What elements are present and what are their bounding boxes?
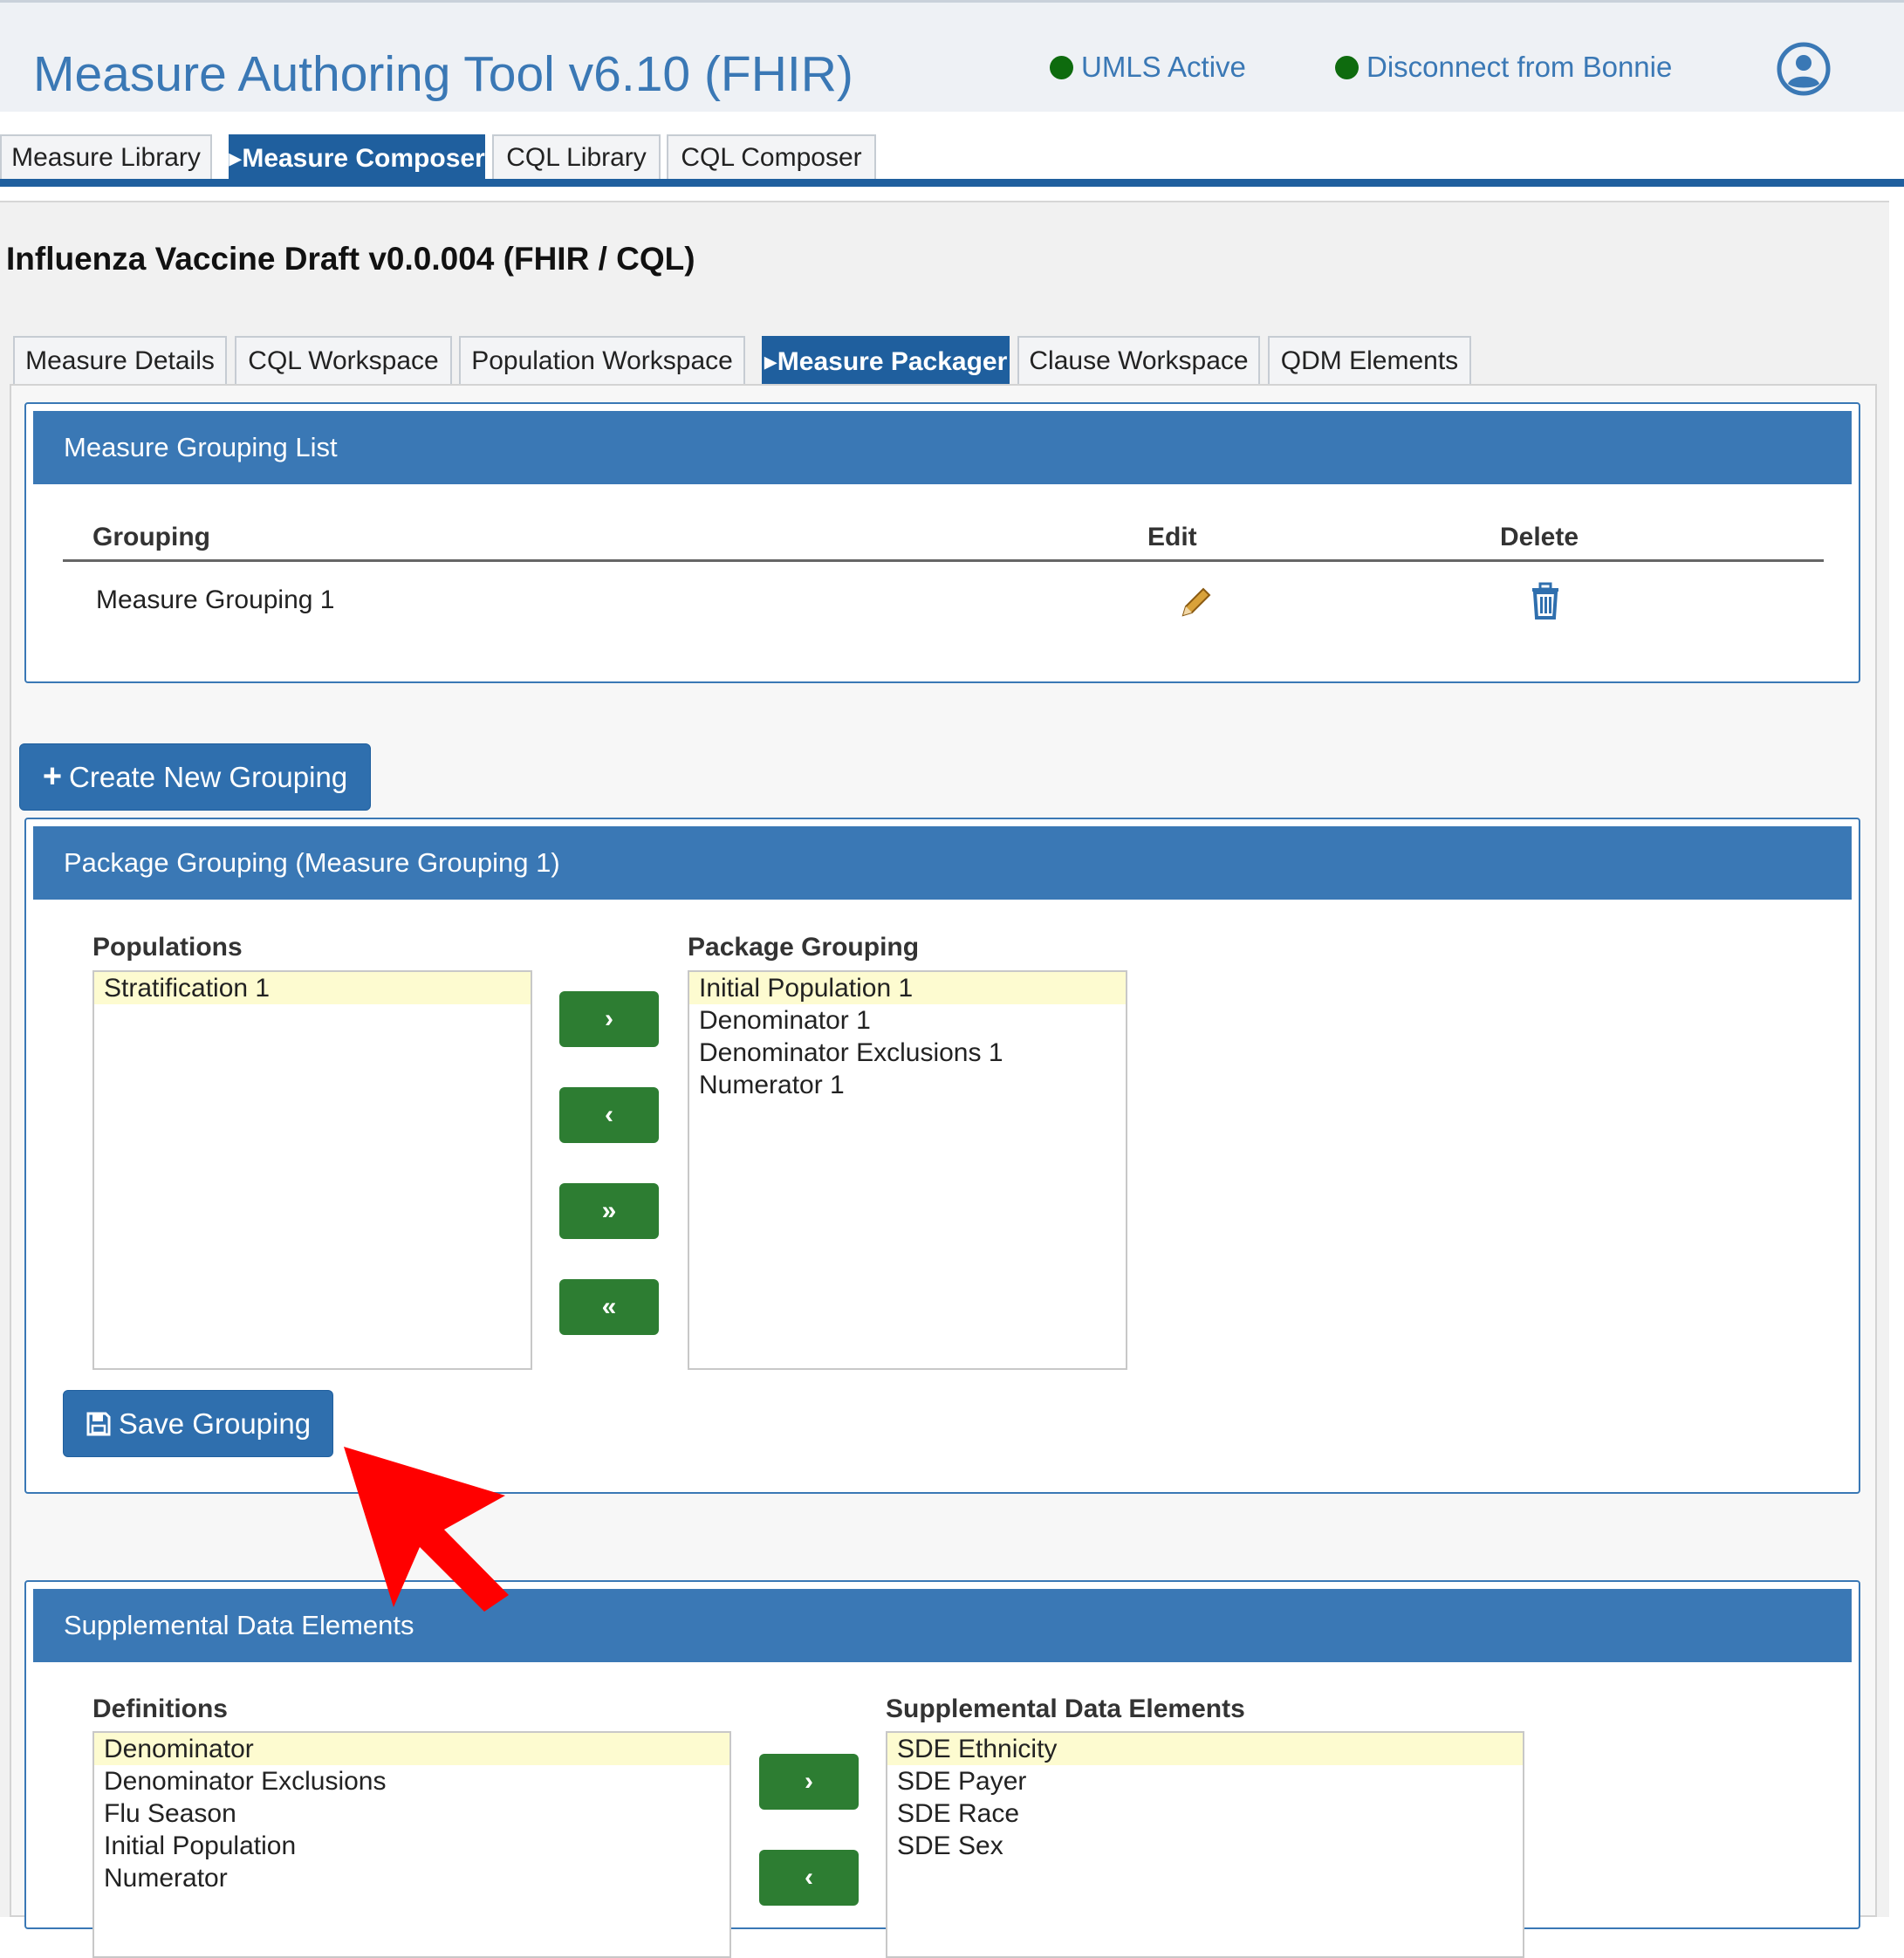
populations-list[interactable]: Stratification 1 — [92, 970, 532, 1370]
sde-list[interactable]: SDE Ethnicity SDE Payer SDE Race SDE Sex — [886, 1731, 1524, 1958]
list-item[interactable]: Numerator — [94, 1862, 729, 1894]
measure-title: Influenza Vaccine Draft v0.0.004 (FHIR /… — [6, 241, 695, 277]
list-item[interactable]: Denominator — [94, 1733, 729, 1765]
tab-measure-library[interactable]: Measure Library — [0, 134, 212, 180]
list-item[interactable]: Stratification 1 — [94, 972, 531, 1004]
definitions-label: Definitions — [92, 1694, 228, 1723]
floppy-disk-icon — [86, 1412, 111, 1435]
save-grouping-button[interactable]: Save Grouping — [63, 1390, 333, 1457]
status-dot-icon — [1335, 55, 1359, 79]
bonnie-status-label: Disconnect from Bonnie — [1366, 51, 1673, 83]
package-grouping-panel: Package Grouping (Measure Grouping 1) Po… — [24, 818, 1860, 1494]
list-item[interactable]: SDE Payer — [887, 1765, 1523, 1797]
panel-heading: Measure Grouping List — [33, 411, 1852, 484]
list-item[interactable]: Denominator Exclusions — [94, 1765, 729, 1797]
list-item[interactable]: Denominator Exclusions 1 — [689, 1037, 1126, 1069]
package-grouping-label: Package Grouping — [688, 933, 920, 962]
sde-label: Supplemental Data Elements — [886, 1694, 1245, 1723]
list-item[interactable]: SDE Ethnicity — [887, 1733, 1523, 1765]
create-new-grouping-label: Create New Grouping — [69, 760, 348, 793]
populations-label: Populations — [92, 933, 243, 962]
pencil-icon[interactable] — [1178, 584, 1215, 620]
remove-all-button[interactable]: « — [559, 1279, 659, 1335]
list-item[interactable]: Initial Population — [94, 1830, 729, 1862]
subtab-measure-details[interactable]: Measure Details — [13, 336, 227, 385]
add-all-button[interactable]: » — [559, 1183, 659, 1239]
measure-grouping-list-panel: Measure Grouping List Grouping Edit Dele… — [24, 402, 1860, 683]
table-row: Measure Grouping 1 — [63, 575, 1824, 627]
app-title: Measure Authoring Tool v6.10 (FHIR) — [33, 46, 853, 102]
remove-selected-button[interactable]: ‹ — [559, 1087, 659, 1143]
list-item[interactable]: Initial Population 1 — [689, 972, 1126, 1004]
status-dot-icon — [1050, 55, 1073, 79]
panel-heading: Supplemental Data Elements — [33, 1589, 1852, 1662]
package-grouping-list[interactable]: Initial Population 1 Denominator 1 Denom… — [688, 970, 1127, 1370]
column-header-delete: Delete — [1500, 523, 1579, 551]
user-circle-icon[interactable] — [1777, 42, 1831, 96]
tab-cql-composer[interactable]: CQL Composer — [667, 134, 876, 180]
add-sde-button[interactable]: › — [759, 1754, 859, 1810]
add-selected-button[interactable]: › — [559, 991, 659, 1047]
subtab-measure-packager[interactable]: ▸Measure Packager — [762, 336, 1010, 385]
supplemental-data-elements-panel: Supplemental Data Elements Definitions S… — [24, 1580, 1860, 1958]
column-header-grouping: Grouping — [92, 523, 210, 551]
plus-icon: + — [42, 758, 63, 795]
panel-heading: Package Grouping (Measure Grouping 1) — [33, 826, 1852, 900]
header-divider — [63, 559, 1824, 562]
column-header-edit: Edit — [1147, 523, 1197, 551]
umls-status-label: UMLS Active — [1081, 51, 1246, 83]
grouping-name: Measure Grouping 1 — [96, 585, 335, 614]
list-item[interactable]: Denominator 1 — [689, 1004, 1126, 1037]
subtab-qdm-elements[interactable]: QDM Elements — [1268, 336, 1471, 385]
definitions-list[interactable]: Denominator Denominator Exclusions Flu S… — [92, 1731, 731, 1958]
bonnie-status-link[interactable]: Disconnect from Bonnie — [1335, 51, 1672, 84]
subtab-population-workspace[interactable]: Population Workspace — [459, 336, 745, 385]
remove-sde-button[interactable]: ‹ — [759, 1850, 859, 1906]
tab-bar-divider — [0, 179, 1904, 187]
list-item[interactable]: SDE Sex — [887, 1830, 1523, 1862]
trash-icon[interactable] — [1529, 582, 1562, 620]
list-item[interactable]: Flu Season — [94, 1797, 729, 1830]
save-grouping-label: Save Grouping — [118, 1407, 312, 1440]
subtab-clause-workspace[interactable]: Clause Workspace — [1017, 336, 1260, 385]
tab-cql-library[interactable]: CQL Library — [492, 134, 661, 180]
subtab-cql-workspace[interactable]: CQL Workspace — [235, 336, 452, 385]
red-arrow-icon — [344, 1447, 509, 1612]
list-item[interactable]: Numerator 1 — [689, 1069, 1126, 1101]
list-item[interactable]: SDE Race — [887, 1797, 1523, 1830]
tab-measure-composer[interactable]: ▸Measure Composer — [229, 134, 485, 180]
create-new-grouping-button[interactable]: + Create New Grouping — [19, 743, 371, 811]
umls-status[interactable]: UMLS Active — [1050, 51, 1246, 84]
